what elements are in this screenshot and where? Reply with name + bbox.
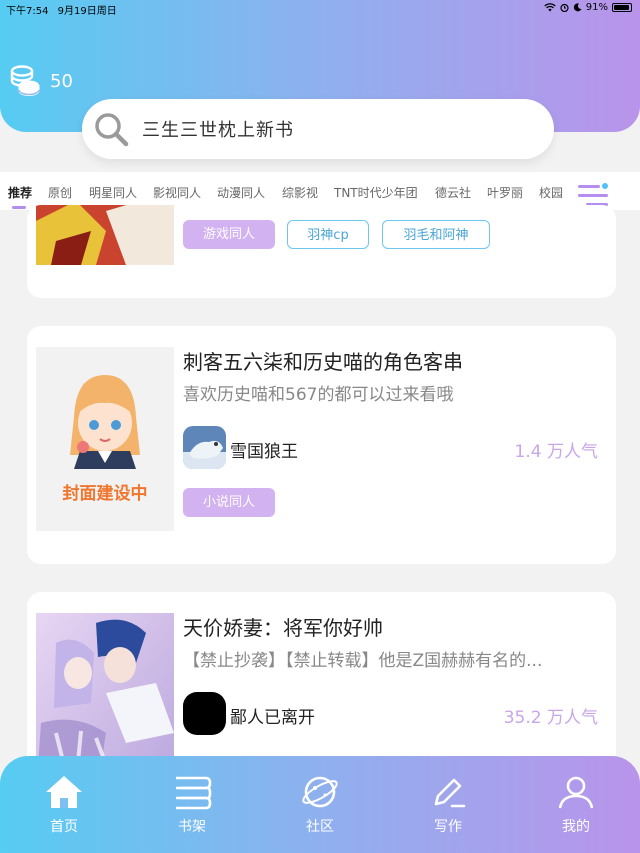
bottom-tab-bar: 首页 书架 社区 写作 我的: [0, 756, 640, 853]
tab-film-tv[interactable]: 综影视: [282, 184, 318, 201]
tab-label: 书架: [178, 819, 206, 835]
book-cover[interactable]: [36, 205, 174, 265]
author-name[interactable]: 鄙人已离开: [230, 703, 315, 728]
moon-icon: [573, 3, 582, 12]
popularity-count: 35.2 万人气: [503, 708, 598, 728]
alarm-icon: [560, 3, 569, 12]
author-name[interactable]: 雪国狼王: [230, 437, 298, 462]
tab-anime-fanfic[interactable]: 动漫同人: [217, 184, 265, 201]
planet-icon: [302, 776, 338, 808]
battery-percent: 91%: [585, 2, 608, 13]
home-icon: [46, 776, 82, 808]
search-placeholder: 三生三世枕上新书: [142, 120, 294, 141]
avatar[interactable]: [183, 692, 226, 735]
user-icon: [558, 776, 594, 809]
popularity-count: 1.4 万人气: [514, 442, 598, 462]
tab-yeluoli[interactable]: 叶罗丽: [487, 184, 523, 201]
pen-icon: [434, 778, 466, 808]
tab-recommend[interactable]: 推荐: [8, 184, 32, 201]
status-time: 下午7:54: [6, 6, 49, 17]
tab-community[interactable]: 社区: [280, 774, 360, 836]
book-card[interactable]: 游戏同人 羽神cp 羽毛和阿神: [27, 205, 616, 298]
tab-label: 首页: [50, 819, 78, 835]
book-card[interactable]: 封面建设中 刺客五六柒和历史喵的角色客串 喜欢历史喵和567的都可以过来看哦 雪…: [27, 326, 616, 564]
status-bar: 下午7:54 9月19日周日 91%: [0, 0, 640, 17]
cover-placeholder-text: 封面建设中: [62, 484, 148, 504]
coins-icon: [10, 65, 40, 97]
tab-tnt[interactable]: TNT时代少年团: [334, 184, 418, 201]
search-bar[interactable]: 三生三世枕上新书: [82, 99, 554, 159]
tag[interactable]: 小说同人: [183, 488, 275, 517]
tab-home[interactable]: 首页: [24, 774, 104, 836]
tab-deyunshe[interactable]: 德云社: [435, 184, 471, 201]
tab-label: 社区: [306, 819, 334, 835]
tab-celebrity-fanfic[interactable]: 明星同人: [89, 184, 137, 201]
wifi-icon: [544, 3, 556, 12]
tag[interactable]: 游戏同人: [183, 220, 275, 249]
active-tab-indicator: [12, 206, 26, 209]
tab-profile[interactable]: 我的: [536, 774, 616, 836]
tab-write[interactable]: 写作: [408, 774, 488, 836]
tab-bookshelf[interactable]: 书架: [152, 774, 232, 836]
tag[interactable]: 羽神cp: [287, 220, 369, 249]
tag[interactable]: 羽毛和阿神: [382, 220, 490, 249]
avatar-image: [183, 426, 226, 469]
tab-label: 我的: [562, 819, 590, 835]
book-title[interactable]: 天价娇妻：将军你好帅: [183, 612, 383, 641]
search-icon: [95, 113, 129, 147]
tab-tv-fanfic[interactable]: 影视同人: [153, 184, 201, 201]
tab-original[interactable]: 原创: [48, 184, 72, 201]
book-description: 喜欢历史喵和567的都可以过来看哦: [183, 385, 454, 405]
book-cover[interactable]: 封面建设中: [36, 347, 174, 531]
book-description: 【禁止抄袭】【禁止转载】他是Z国赫赫有名的...: [183, 651, 543, 671]
coin-balance[interactable]: 50: [8, 64, 73, 98]
book-title[interactable]: 刺客五六柒和历史喵的角色客串: [183, 346, 463, 375]
battery-icon: [612, 3, 632, 12]
tab-label: 写作: [434, 819, 462, 835]
avatar[interactable]: [183, 426, 226, 469]
tab-campus[interactable]: 校园: [539, 184, 563, 201]
status-date: 9月19日周日: [57, 6, 117, 17]
coin-count: 50: [50, 70, 73, 92]
bookshelf-icon: [176, 776, 212, 810]
